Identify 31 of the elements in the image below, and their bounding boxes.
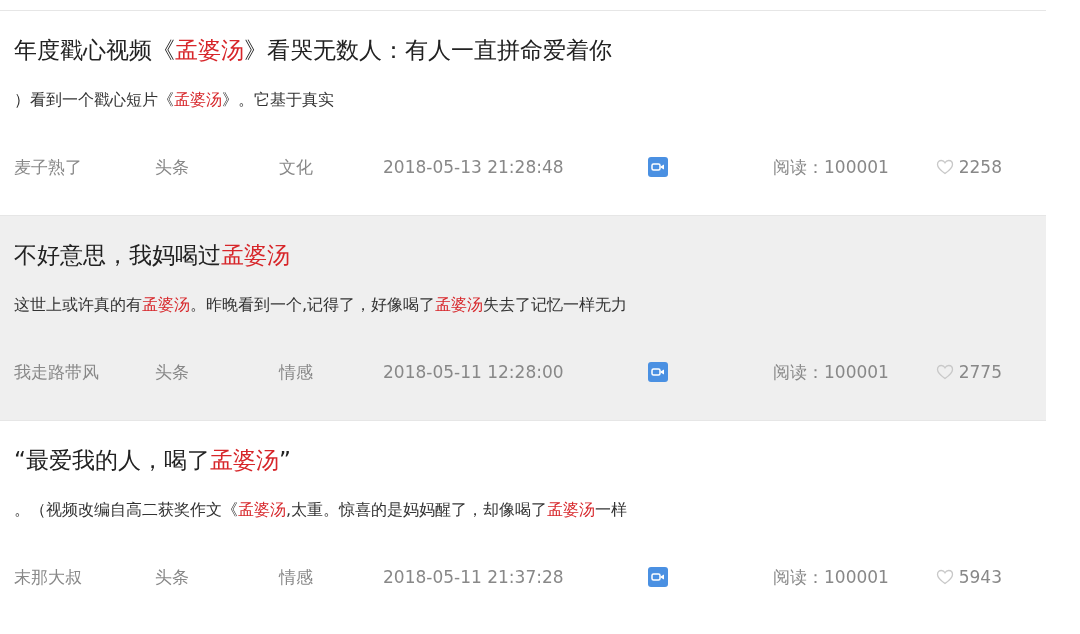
heart-icon[interactable] <box>935 569 954 585</box>
category-label: 情感 <box>279 360 314 384</box>
author-name: 末那大叔 <box>14 565 83 589</box>
like-count: 2775 <box>958 362 1002 382</box>
author-name: 我走路带风 <box>14 360 100 384</box>
publish-time: 2018-05-11 12:28:00 <box>383 362 565 382</box>
article-title[interactable]: “最爱我的人，喝了孟婆汤” <box>14 445 1032 475</box>
publish-time: 2018-05-13 21:28:48 <box>383 157 565 177</box>
heart-icon[interactable] <box>935 159 954 175</box>
read-count: 阅读：100001 <box>773 155 889 179</box>
video-camera-icon <box>648 362 668 382</box>
source-label: 头条 <box>155 155 190 179</box>
read-count: 阅读：100001 <box>773 360 889 384</box>
category-label: 情感 <box>279 565 314 589</box>
article-snippet: ）看到一个戳心短片《孟婆汤》。它基于真实 <box>14 89 335 111</box>
like-count: 5943 <box>958 567 1002 587</box>
video-camera-icon <box>648 157 668 177</box>
read-count: 阅读：100001 <box>773 565 889 589</box>
like-count: 2258 <box>958 157 1002 177</box>
article-card[interactable]: 不好意思，我妈喝过孟婆汤 这世上或许真的有孟婆汤。昨晚看到一个,记得了，好像喝了孟婆汤失去了记忆一样无力 我走路带风 头条 情感 2018-05-11 12:28:00 阅读：100001 2775 <box>0 216 1046 420</box>
article-snippet: 这世上或许真的有孟婆汤。昨晚看到一个,记得了，好像喝了孟婆汤失去了记忆一样无力 <box>14 294 629 316</box>
heart-icon[interactable] <box>935 364 954 380</box>
author-name: 麦子熟了 <box>14 155 83 179</box>
article-title[interactable]: 不好意思，我妈喝过孟婆汤 <box>14 240 1032 270</box>
category-label: 文化 <box>279 155 314 179</box>
publish-time: 2018-05-11 21:37:28 <box>383 567 565 587</box>
article-snippet: 。（视频改编自高二获奖作文《孟婆汤,太重。惊喜的是妈妈醒了，却像喝了孟婆汤一样 <box>14 499 629 521</box>
source-label: 头条 <box>155 565 190 589</box>
video-camera-icon <box>648 567 668 587</box>
article-title[interactable]: 年度戳心视频《孟婆汤》看哭无数人：有人一直拼命爱着你 <box>14 35 1032 65</box>
source-label: 头条 <box>155 360 190 384</box>
